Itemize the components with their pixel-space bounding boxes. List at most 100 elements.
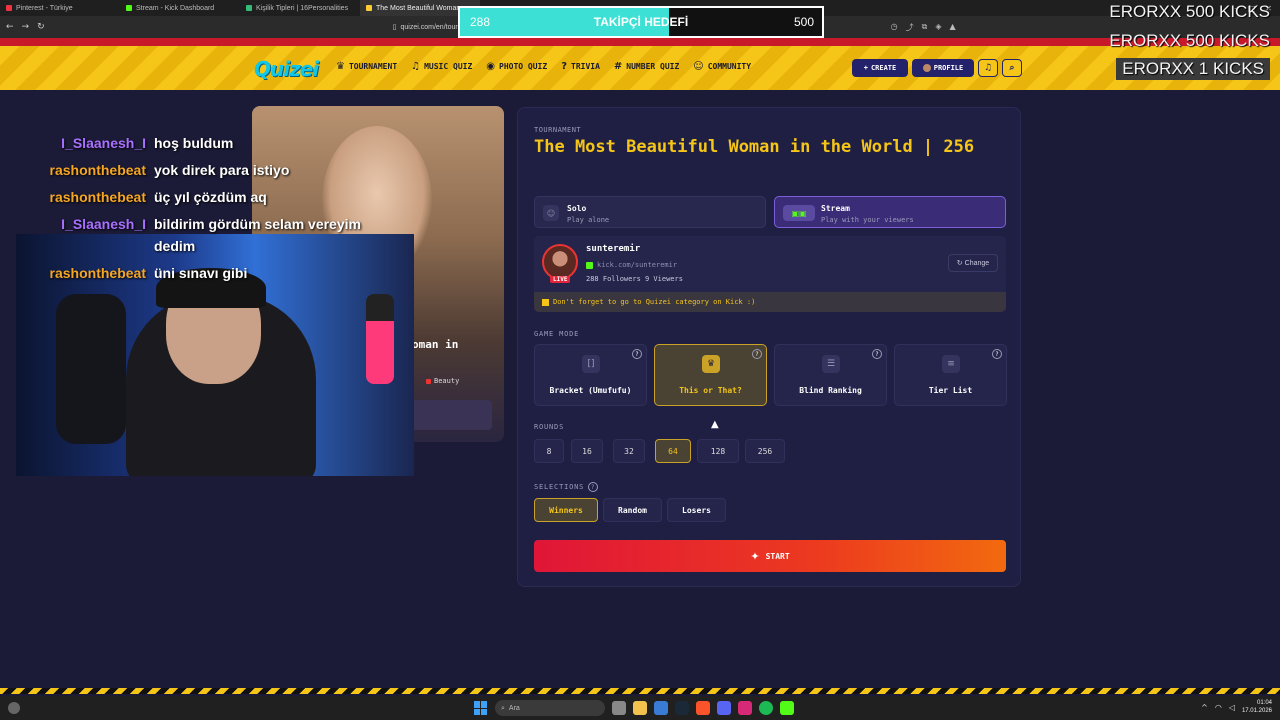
- change-streamer-button[interactable]: ↻ Change: [948, 254, 998, 272]
- chat-message: rashonthebeat üni sınavı gibi: [20, 262, 380, 284]
- preview-footer: [412, 400, 492, 430]
- instagram-icon[interactable]: [738, 701, 752, 715]
- nav-tournament[interactable]: ♛ TOURNAMENT: [336, 61, 397, 72]
- chat-text: bildirim gördüm selam vereyim dedim: [154, 216, 361, 254]
- round-option[interactable]: 8: [534, 439, 564, 463]
- bookmark-icon[interactable]: ▯: [393, 23, 397, 31]
- round-option[interactable]: 256: [745, 439, 785, 463]
- profile-button[interactable]: PROFILE: [912, 59, 974, 77]
- bell-icon: ♫: [983, 63, 993, 73]
- music-icon: ♫: [411, 61, 421, 72]
- chevron-up-icon[interactable]: ^: [1201, 703, 1208, 712]
- kick-alert: ERORXX 500 KICKS: [1109, 31, 1270, 50]
- streamer-channel: kick.com/sunteremir: [586, 261, 677, 269]
- solo-mode-option[interactable]: ☺ Solo Play alone: [534, 196, 766, 228]
- clock[interactable]: 01:04 17.01.2026: [1242, 699, 1272, 715]
- selection-losers[interactable]: Losers: [667, 498, 726, 522]
- taskbar-search[interactable]: ⌕ Ara: [495, 700, 605, 716]
- users-icon: ☺: [693, 61, 704, 72]
- microphone: [366, 294, 394, 384]
- taskbar-apps: ⌕ Ara: [474, 700, 794, 716]
- spotify-icon[interactable]: [759, 701, 773, 715]
- game-mode-bracket[interactable]: [] ? Bracket (Umufufu): [534, 344, 647, 406]
- chat-text: yok direk para istiyo: [154, 162, 290, 178]
- live-badge: LIVE: [550, 276, 571, 283]
- selection-random[interactable]: Random: [603, 498, 662, 522]
- chair: [56, 294, 126, 444]
- kick-alert: ERORXX 1 KICKS: [1116, 58, 1270, 80]
- help-icon[interactable]: ?: [752, 349, 762, 359]
- nav-music-quiz[interactable]: ♫ MUSIC QUIZ: [411, 61, 472, 72]
- translate-icon[interactable]: ⧉: [922, 22, 928, 33]
- category-tag: Beauty: [426, 377, 459, 385]
- chat-text: üni sınavı gibi: [154, 265, 248, 281]
- system-tray: ^ ◠ ◁ 01:04 17.01.2026: [1201, 699, 1272, 715]
- store-icon[interactable]: [654, 701, 668, 715]
- nav-community[interactable]: ☺ COMMUNITY: [693, 61, 751, 72]
- kick-icon: [126, 5, 132, 11]
- nav-trivia[interactable]: ? TRIVIA: [561, 61, 600, 72]
- help-icon[interactable]: ?: [588, 482, 599, 492]
- round-option[interactable]: 128: [697, 439, 739, 463]
- help-icon[interactable]: ?: [872, 349, 882, 359]
- history-icon[interactable]: ◷: [891, 22, 898, 33]
- round-option[interactable]: 32: [613, 439, 645, 463]
- help-icon[interactable]: ?: [632, 349, 642, 359]
- avatar: [922, 64, 931, 72]
- stream-mode-option[interactable]: ▣▣ Stream Play with your viewers: [774, 196, 1006, 228]
- game-mode-tier-list[interactable]: ≡ ? Tier List: [894, 344, 1007, 406]
- bracket-icon: []: [582, 355, 600, 373]
- warning-icon[interactable]: ▲: [950, 22, 956, 33]
- selection-winners[interactable]: Winners: [534, 498, 598, 522]
- forward-icon[interactable]: →: [22, 22, 30, 32]
- round-option-selected[interactable]: 64: [655, 439, 691, 463]
- share-icon[interactable]: ⤴: [906, 22, 914, 33]
- back-icon[interactable]: ←: [6, 22, 14, 32]
- streamer-stats: 288 Followers 9 Viewers: [586, 275, 683, 283]
- list-icon: ☰: [822, 355, 840, 373]
- notifications-button[interactable]: ♫: [978, 59, 998, 77]
- chat-overlay: I_Slaanesh_I hoş buldum rashonthebeat yok …: [20, 132, 380, 289]
- chat-username: I_Slaanesh_I: [61, 135, 146, 151]
- chat-username: rashonthebeat: [49, 265, 146, 281]
- volume-icon[interactable]: ◁: [1229, 703, 1235, 712]
- divider: [0, 38, 1280, 46]
- create-button[interactable]: + CREATE: [852, 59, 908, 77]
- pinterest-icon: [6, 5, 12, 11]
- steam-icon[interactable]: [675, 701, 689, 715]
- browser-tab[interactable]: Kişilik Tipleri | 16Personalities: [240, 0, 360, 16]
- nav-number-quiz[interactable]: # NUMBER QUIZ: [614, 61, 679, 72]
- site-logo[interactable]: Quizei: [254, 57, 319, 81]
- kick-icon: [586, 261, 593, 269]
- brave-icon[interactable]: [696, 701, 710, 715]
- windows-start-icon[interactable]: [474, 701, 488, 715]
- follower-goal-widget: 288 TAKİPÇİ HEDEFİ 500: [458, 6, 824, 38]
- rounds-label: ROUNDS: [534, 423, 565, 431]
- search-icon: ⌕: [501, 703, 505, 712]
- help-icon[interactable]: ?: [992, 349, 1002, 359]
- file-explorer-icon[interactable]: [633, 701, 647, 715]
- shield-icon[interactable]: ◈: [935, 22, 941, 33]
- chat-message: rashonthebeat üç yıl çözdüm aq: [20, 186, 380, 208]
- game-mode-label: GAME MODE: [534, 330, 580, 338]
- search-button[interactable]: ⌕: [1002, 59, 1022, 77]
- discord-icon[interactable]: [717, 701, 731, 715]
- chat-username: rashonthebeat: [49, 162, 146, 178]
- wifi-icon[interactable]: ◠: [1215, 703, 1222, 712]
- game-mode-this-or-that[interactable]: ♛ ? This or That?: [654, 344, 767, 406]
- weather-widget-icon[interactable]: [8, 702, 20, 714]
- nav-photo-quiz[interactable]: ◉ PHOTO QUIZ: [486, 61, 547, 72]
- start-button[interactable]: ✦ START: [534, 540, 1006, 572]
- chat-message: rashonthebeat yok direk para istiyo: [20, 159, 380, 181]
- task-view-icon[interactable]: [612, 701, 626, 715]
- crown-icon: ♛: [702, 355, 720, 373]
- browser-tab[interactable]: Stream - Kick Dashboard: [120, 0, 240, 16]
- plus-icon: +: [863, 64, 868, 72]
- goal-max: 500: [793, 15, 814, 29]
- game-mode-blind-ranking[interactable]: ☰ ? Blind Ranking: [774, 344, 887, 406]
- tag-icon: [426, 378, 431, 384]
- kick-app-icon[interactable]: [780, 701, 794, 715]
- reload-icon[interactable]: ↻: [37, 22, 45, 32]
- round-option[interactable]: 16: [571, 439, 603, 463]
- browser-tab[interactable]: Pinterest - Türkiye: [0, 0, 120, 16]
